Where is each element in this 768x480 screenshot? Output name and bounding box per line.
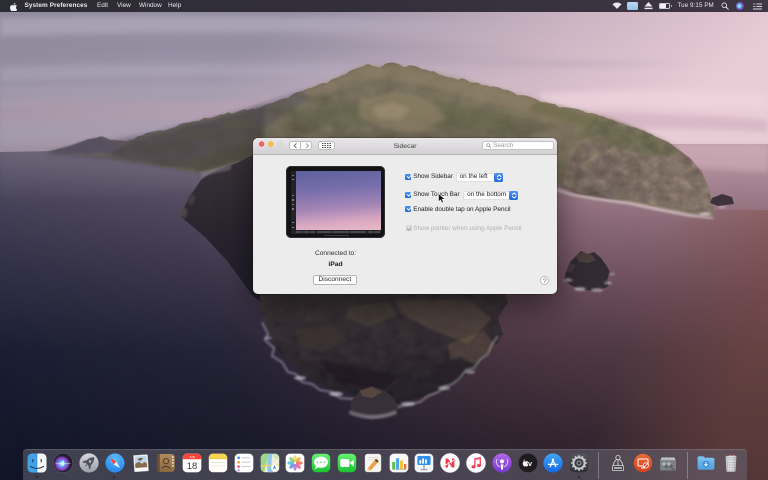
svg-text:JUN: JUN xyxy=(189,455,195,459)
svg-text:18: 18 xyxy=(187,461,198,472)
